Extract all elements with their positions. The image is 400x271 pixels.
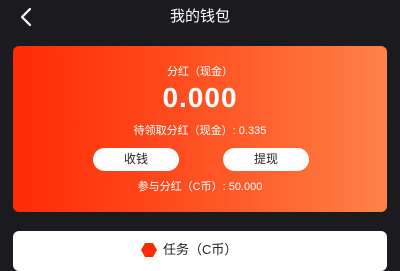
page-title: 我的钱包 (169, 8, 230, 25)
app-header: 我的钱包 (0, 0, 400, 34)
dividend-label: 分红（现金） (167, 66, 233, 78)
withdraw-button[interactable]: 提现 (223, 148, 309, 171)
pending-dividend-text: 待领取分红（现金）: 0.335 (133, 125, 267, 137)
task-icon (141, 243, 157, 257)
collect-button[interactable]: 收钱 (93, 148, 179, 171)
dividend-amount: 0.000 (162, 82, 238, 113)
participate-dividend-text: 参与分红（C币）: 50.000 (137, 181, 263, 193)
task-card[interactable]: 任务（C币） (13, 231, 387, 271)
wallet-card: 分红（现金） 0.000 待领取分红（现金）: 0.335 收钱 提现 参与分红… (13, 46, 387, 212)
task-label: 任务（C币） (163, 242, 238, 257)
